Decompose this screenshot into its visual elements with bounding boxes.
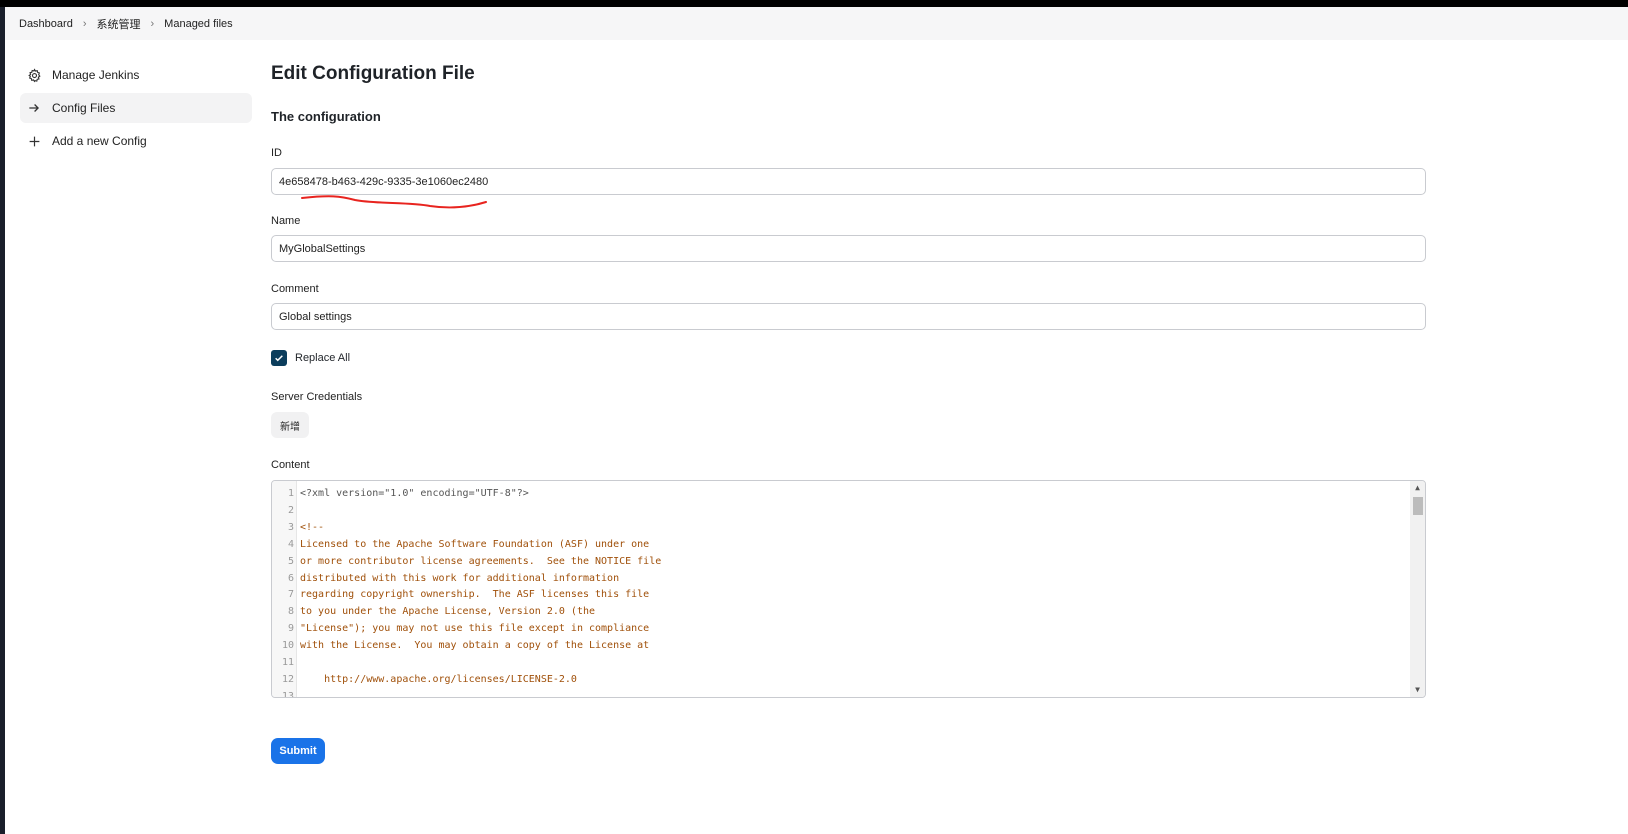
scroll-up-icon[interactable]: ▲ bbox=[1410, 481, 1425, 495]
gear-icon bbox=[26, 67, 42, 83]
breadcrumb-managed-files[interactable]: Managed files bbox=[164, 18, 233, 30]
line-number: 6 bbox=[287, 572, 294, 584]
code-line: 9 "License"); you may not use this file e… bbox=[272, 620, 649, 637]
code-line: 8 to you under the Apache License, Versio… bbox=[272, 603, 595, 620]
sidebar-item-label: Config Files bbox=[52, 101, 116, 115]
line-number: 3 bbox=[287, 521, 294, 533]
content-label: Content bbox=[271, 459, 310, 471]
page-title: Edit Configuration File bbox=[271, 63, 475, 84]
code-line: 3 <!-- bbox=[272, 519, 324, 536]
server-credentials-label: Server Credentials bbox=[271, 391, 363, 403]
add-credentials-button[interactable]: 新增 bbox=[271, 412, 309, 438]
arrow-right-icon bbox=[26, 100, 42, 116]
top-strip bbox=[0, 0, 1628, 7]
id-field[interactable]: 4e658478-b463-429c-9335-3e1060ec2480 bbox=[271, 168, 1426, 195]
code-line: 7 regarding copyright ownership. The ASF … bbox=[272, 586, 649, 603]
line-text: http://www.apache.org/licenses/LICENSE-2… bbox=[300, 673, 577, 685]
sidebar-item-label: Add a new Config bbox=[52, 134, 147, 148]
code-line: 1 <?xml version="1.0" encoding="UTF-8"?> bbox=[272, 485, 529, 502]
code-line: 12 http://www.apache.org/licenses/LICENS… bbox=[272, 671, 577, 688]
line-number: 1 bbox=[287, 488, 294, 499]
line-number: 7 bbox=[287, 589, 294, 601]
sidebar-item-config-files[interactable]: Config Files bbox=[20, 93, 252, 123]
red-underline-annotation bbox=[301, 195, 487, 209]
section-title: The configuration bbox=[271, 109, 381, 124]
line-text: to you under the Apache License, Version… bbox=[300, 606, 596, 618]
line-number: 10 bbox=[281, 640, 294, 652]
code-line: 11 bbox=[272, 654, 294, 671]
line-text: <?xml version="1.0" encoding="UTF-8"?> bbox=[300, 488, 529, 499]
code-line: 4 Licensed to the Apache Software Foundat… bbox=[272, 536, 649, 553]
chevron-right-icon: › bbox=[150, 17, 155, 30]
name-label: Name bbox=[271, 215, 301, 227]
line-text: Licensed to the Apache Software Foundati… bbox=[300, 538, 650, 550]
line-number: 4 bbox=[287, 538, 294, 550]
code-line: 6 distributed with this work for addition… bbox=[272, 570, 619, 587]
code-line: 13 bbox=[272, 688, 294, 698]
sidebar-item-add-config[interactable]: Add a new Config bbox=[20, 126, 252, 156]
checkmark-icon bbox=[275, 355, 283, 362]
sidebar: Manage Jenkins Config Files Add a new Co… bbox=[20, 60, 252, 159]
content-editor[interactable]: 1 <?xml version="1.0" encoding="UTF-8"?> 2… bbox=[271, 480, 1426, 698]
sidebar-item-label: Manage Jenkins bbox=[52, 68, 140, 82]
replace-all-row: Replace All bbox=[271, 350, 350, 366]
plus-icon bbox=[26, 133, 42, 149]
line-number: 2 bbox=[287, 504, 294, 516]
line-text: distributed with this work for additiona… bbox=[300, 572, 620, 584]
code-line: 2 bbox=[272, 502, 294, 519]
line-number: 12 bbox=[281, 673, 294, 685]
name-field[interactable]: MyGlobalSettings bbox=[271, 235, 1426, 262]
editor-scrollbar[interactable]: ▲ ▼ bbox=[1410, 481, 1425, 697]
line-number: 5 bbox=[287, 555, 294, 567]
comment-label: Comment bbox=[271, 283, 319, 295]
id-label: ID bbox=[271, 147, 282, 159]
replace-all-checkbox[interactable] bbox=[271, 350, 287, 366]
line-number: 11 bbox=[281, 657, 294, 668]
line-number: 9 bbox=[287, 623, 294, 635]
submit-button[interactable]: Submit bbox=[271, 738, 325, 764]
line-text: <!-- bbox=[300, 521, 325, 533]
replace-all-label: Replace All bbox=[295, 352, 351, 364]
line-text: "License"); you may not use this file ex… bbox=[300, 623, 650, 635]
scroll-down-icon[interactable]: ▼ bbox=[1410, 683, 1425, 697]
chevron-right-icon: › bbox=[82, 17, 87, 30]
line-number: 8 bbox=[287, 606, 294, 618]
breadcrumb-dashboard[interactable]: Dashboard bbox=[19, 18, 73, 30]
sidebar-item-manage-jenkins[interactable]: Manage Jenkins bbox=[20, 60, 252, 90]
scroll-thumb[interactable] bbox=[1413, 497, 1423, 515]
line-text: regarding copyright ownership. The ASF l… bbox=[300, 589, 650, 601]
line-text: with the License. You may obtain a copy … bbox=[300, 640, 650, 652]
comment-field[interactable]: Global settings bbox=[271, 303, 1426, 330]
breadcrumb: Dashboard › 系统管理 › Managed files bbox=[5, 7, 1628, 40]
code-line: 5 or more contributor license agreements.… bbox=[272, 553, 661, 570]
left-strip bbox=[0, 7, 5, 834]
breadcrumb-system[interactable]: 系统管理 bbox=[97, 16, 141, 32]
line-text: or more contributor license agreements. … bbox=[300, 555, 662, 567]
code-line: 10 with the License. You may obtain a cop… bbox=[272, 637, 649, 654]
line-number: 13 bbox=[281, 690, 294, 698]
